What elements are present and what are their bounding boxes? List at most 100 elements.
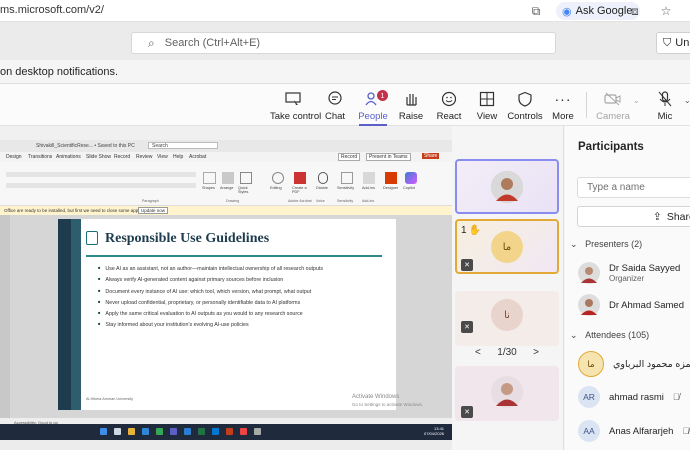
participant-photo	[578, 262, 600, 284]
share-invite-button[interactable]: ⇪ Share	[577, 206, 690, 227]
ppt-share-button: Share	[422, 153, 440, 159]
activate-windows-watermark: Activate Windows Go to Settings to activ…	[352, 394, 423, 408]
ppt-ribbon-label-pdf: Create a PDF	[292, 186, 307, 194]
ppt-group-addins: Add-ins	[362, 199, 375, 203]
video-tile[interactable]: ✕	[455, 366, 559, 421]
participant-photo	[578, 294, 600, 316]
search-icon: ⌕	[148, 35, 155, 50]
slide-bullet: Use AI as an assistant, not an author—ma…	[98, 263, 388, 274]
excel-icon	[198, 428, 205, 435]
slide-footer: Al-Hikma Amman University	[86, 397, 134, 401]
tile-pager: < 1/30 >	[475, 347, 539, 358]
more-button[interactable]: ··· More	[540, 90, 586, 122]
pager-prev-button[interactable]: <	[475, 347, 481, 358]
translate-icon[interactable]: ⧈	[627, 3, 643, 19]
ppt-menu-2: Animations	[56, 154, 81, 160]
ppt-copilot-icon	[405, 172, 417, 184]
file-explorer-icon	[128, 428, 135, 435]
activate-title: Activate Windows	[352, 394, 400, 400]
people-count-badge: 1	[377, 90, 388, 101]
camera-chevron-icon[interactable]: ⌄	[633, 96, 640, 105]
ppt-ribbon-label-sensitivity: Sensitivity	[337, 186, 355, 190]
more-label: More	[552, 111, 574, 122]
participant-row[interactable]: AR ahmad rasmi 🎙̸	[578, 386, 680, 408]
ppt-search: Search	[148, 142, 218, 149]
mic-muted-icon: ✕	[461, 406, 473, 418]
notification-text: on desktop notifications.	[0, 66, 119, 78]
ppt-record-button: Record	[338, 153, 361, 161]
ask-google-label: Ask Google	[575, 5, 633, 17]
participant-name: ahmad rasmi	[609, 391, 664, 403]
participant-avatar: AA	[578, 420, 600, 442]
ppt-designer-icon	[385, 172, 397, 184]
presenters-section-header[interactable]: ⌄ Presenters (2)	[570, 239, 642, 250]
participant-avatar: AR	[578, 386, 600, 408]
take-control-button[interactable]: Take control	[270, 90, 322, 122]
participant-name: حمزه محمود البرباوي	[613, 358, 690, 370]
participant-avatar: ما	[491, 231, 523, 263]
ppt-group-paragraph: Paragraph	[142, 199, 159, 203]
ppt-pdf-icon	[294, 172, 306, 184]
mic-muted-icon: 🎙̸	[682, 426, 690, 436]
mic-chevron-icon[interactable]: ⌄	[684, 96, 690, 105]
teams-taskbar-icon	[170, 428, 177, 435]
ppt-format-box	[6, 183, 196, 188]
header-button[interactable]: ⛉ Un	[656, 32, 690, 54]
ppt-font-box	[6, 172, 196, 177]
ppt-ribbon-label-quickstyles: Quick Styles	[238, 186, 249, 194]
ppt-warning-text: Office are ready to be installed, but fi…	[4, 208, 142, 213]
url-text[interactable]: ms.microsoft.com/v2/	[0, 4, 104, 16]
participant-name: Anas Alfararjeh	[609, 425, 674, 437]
participant-row[interactable]: ما حمزه محمود البرباوي	[578, 351, 690, 377]
participant-role: Organizer	[609, 274, 645, 283]
mic-muted-icon: ✕	[461, 259, 473, 271]
participant-row[interactable]: AA Anas Alfararjeh 🎙̸	[578, 420, 689, 442]
raised-hand-indicator: 1 ✋	[461, 225, 481, 236]
slide-bullet-list: Use AI as an assistant, not an author—ma…	[98, 263, 388, 331]
mic-button[interactable]: Mic	[642, 90, 688, 122]
ppt-arrange-icon	[222, 172, 234, 184]
chevron-down-icon: ⌄	[570, 239, 578, 249]
ppt-group-acrobat: Adobe Acrobat	[288, 199, 312, 203]
ppt-menu-bar: Design Transitions Animations Slide Show…	[0, 152, 452, 162]
video-tile[interactable]: نا ✕	[455, 291, 559, 346]
video-tile[interactable]: 1 ✋ ما ✕	[455, 219, 559, 274]
participant-row[interactable]: Dr Ahmad Samed	[578, 294, 684, 316]
ppt-ribbon-label-copilot: Copilot	[403, 186, 415, 190]
slide-title-rule	[86, 255, 382, 257]
video-tile[interactable]	[455, 159, 559, 214]
ppt-file-title: Shivakill_ScientificRese... • Saved to t…	[36, 143, 135, 149]
install-app-icon[interactable]: ⧉	[528, 3, 544, 19]
participant-row[interactable]: Dr Saida Sayyed Organizer	[578, 262, 680, 284]
header-button-label: Un	[675, 37, 690, 49]
stage-bottom-strip	[0, 440, 452, 450]
ppt-shapes-icon	[203, 172, 216, 184]
take-control-label: Take control	[270, 111, 322, 122]
ppt-update-warning: Office are ready to be installed, but fi…	[0, 206, 452, 215]
ppt-menu-5: Review	[136, 154, 153, 160]
slide-bullet: Stay informed about your institution's e…	[98, 319, 388, 330]
presenters-header-text: Presenters (2)	[585, 239, 643, 249]
ppt-group-voice: Voice	[316, 199, 325, 203]
google-lens-icon: ◉	[562, 5, 572, 18]
more-dots-icon: ···	[554, 91, 572, 107]
hand-count: 1	[461, 225, 467, 236]
participant-photo	[491, 171, 523, 203]
bookmark-star-icon[interactable]: ☆	[658, 3, 674, 19]
ppt-thumbnail-pane	[0, 215, 10, 418]
pager-next-button[interactable]: >	[533, 347, 539, 358]
participant-name: Dr Saida Sayyed	[609, 263, 681, 274]
slide-bullet: Never upload confidential, proprietary, …	[98, 297, 388, 308]
ppt-menu-4: Record	[114, 154, 131, 160]
camera-button[interactable]: Camera	[590, 90, 636, 122]
ppt-ribbon-label-addins: Add-ins	[362, 186, 375, 190]
ppt-ribbon-label-shapes: Shapes	[202, 186, 215, 190]
ppt-group-drawing: Drawing	[226, 199, 240, 203]
ppt-ribbon-label-arrange: Arrange	[220, 186, 234, 190]
attendees-section-header[interactable]: ⌄ Attendees (105)	[570, 330, 649, 341]
participant-search-input[interactable]: Type a name	[577, 177, 690, 198]
taskbar-search-icon	[114, 428, 121, 435]
attendees-header-text: Attendees (105)	[585, 330, 650, 340]
ppt-menu-0: Design	[6, 154, 22, 160]
search-input[interactable]: ⌕ Search (Ctrl+Alt+E)	[131, 32, 556, 54]
